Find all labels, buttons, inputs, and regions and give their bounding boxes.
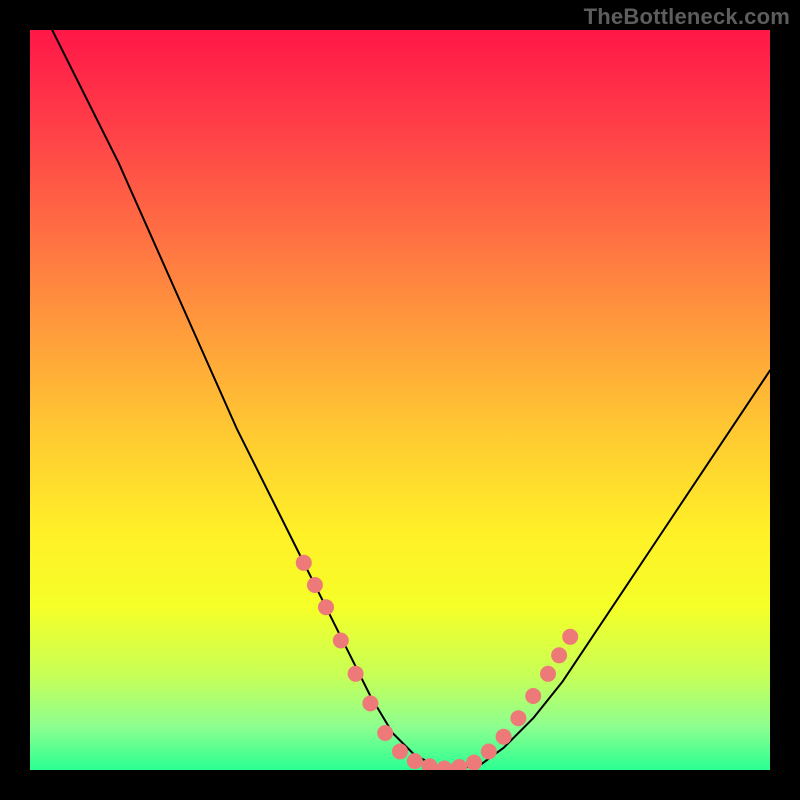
data-dot (481, 744, 497, 760)
chart-background (30, 30, 770, 770)
data-dot (296, 555, 312, 571)
data-dot (540, 666, 556, 682)
data-dot (525, 688, 541, 704)
data-dot (466, 755, 482, 770)
chart-svg (30, 30, 770, 770)
data-dot (362, 695, 378, 711)
data-dot (392, 744, 408, 760)
data-dot (333, 633, 349, 649)
data-dot (551, 647, 567, 663)
watermark-text: TheBottleneck.com (584, 4, 790, 30)
data-dot (318, 599, 334, 615)
data-dot (562, 629, 578, 645)
chart-frame: TheBottleneck.com (0, 0, 800, 800)
data-dot (307, 577, 323, 593)
data-dot (510, 710, 526, 726)
data-dot (407, 753, 423, 769)
data-dot (348, 666, 364, 682)
plot-area (30, 30, 770, 770)
data-dot (377, 725, 393, 741)
data-dot (496, 729, 512, 745)
